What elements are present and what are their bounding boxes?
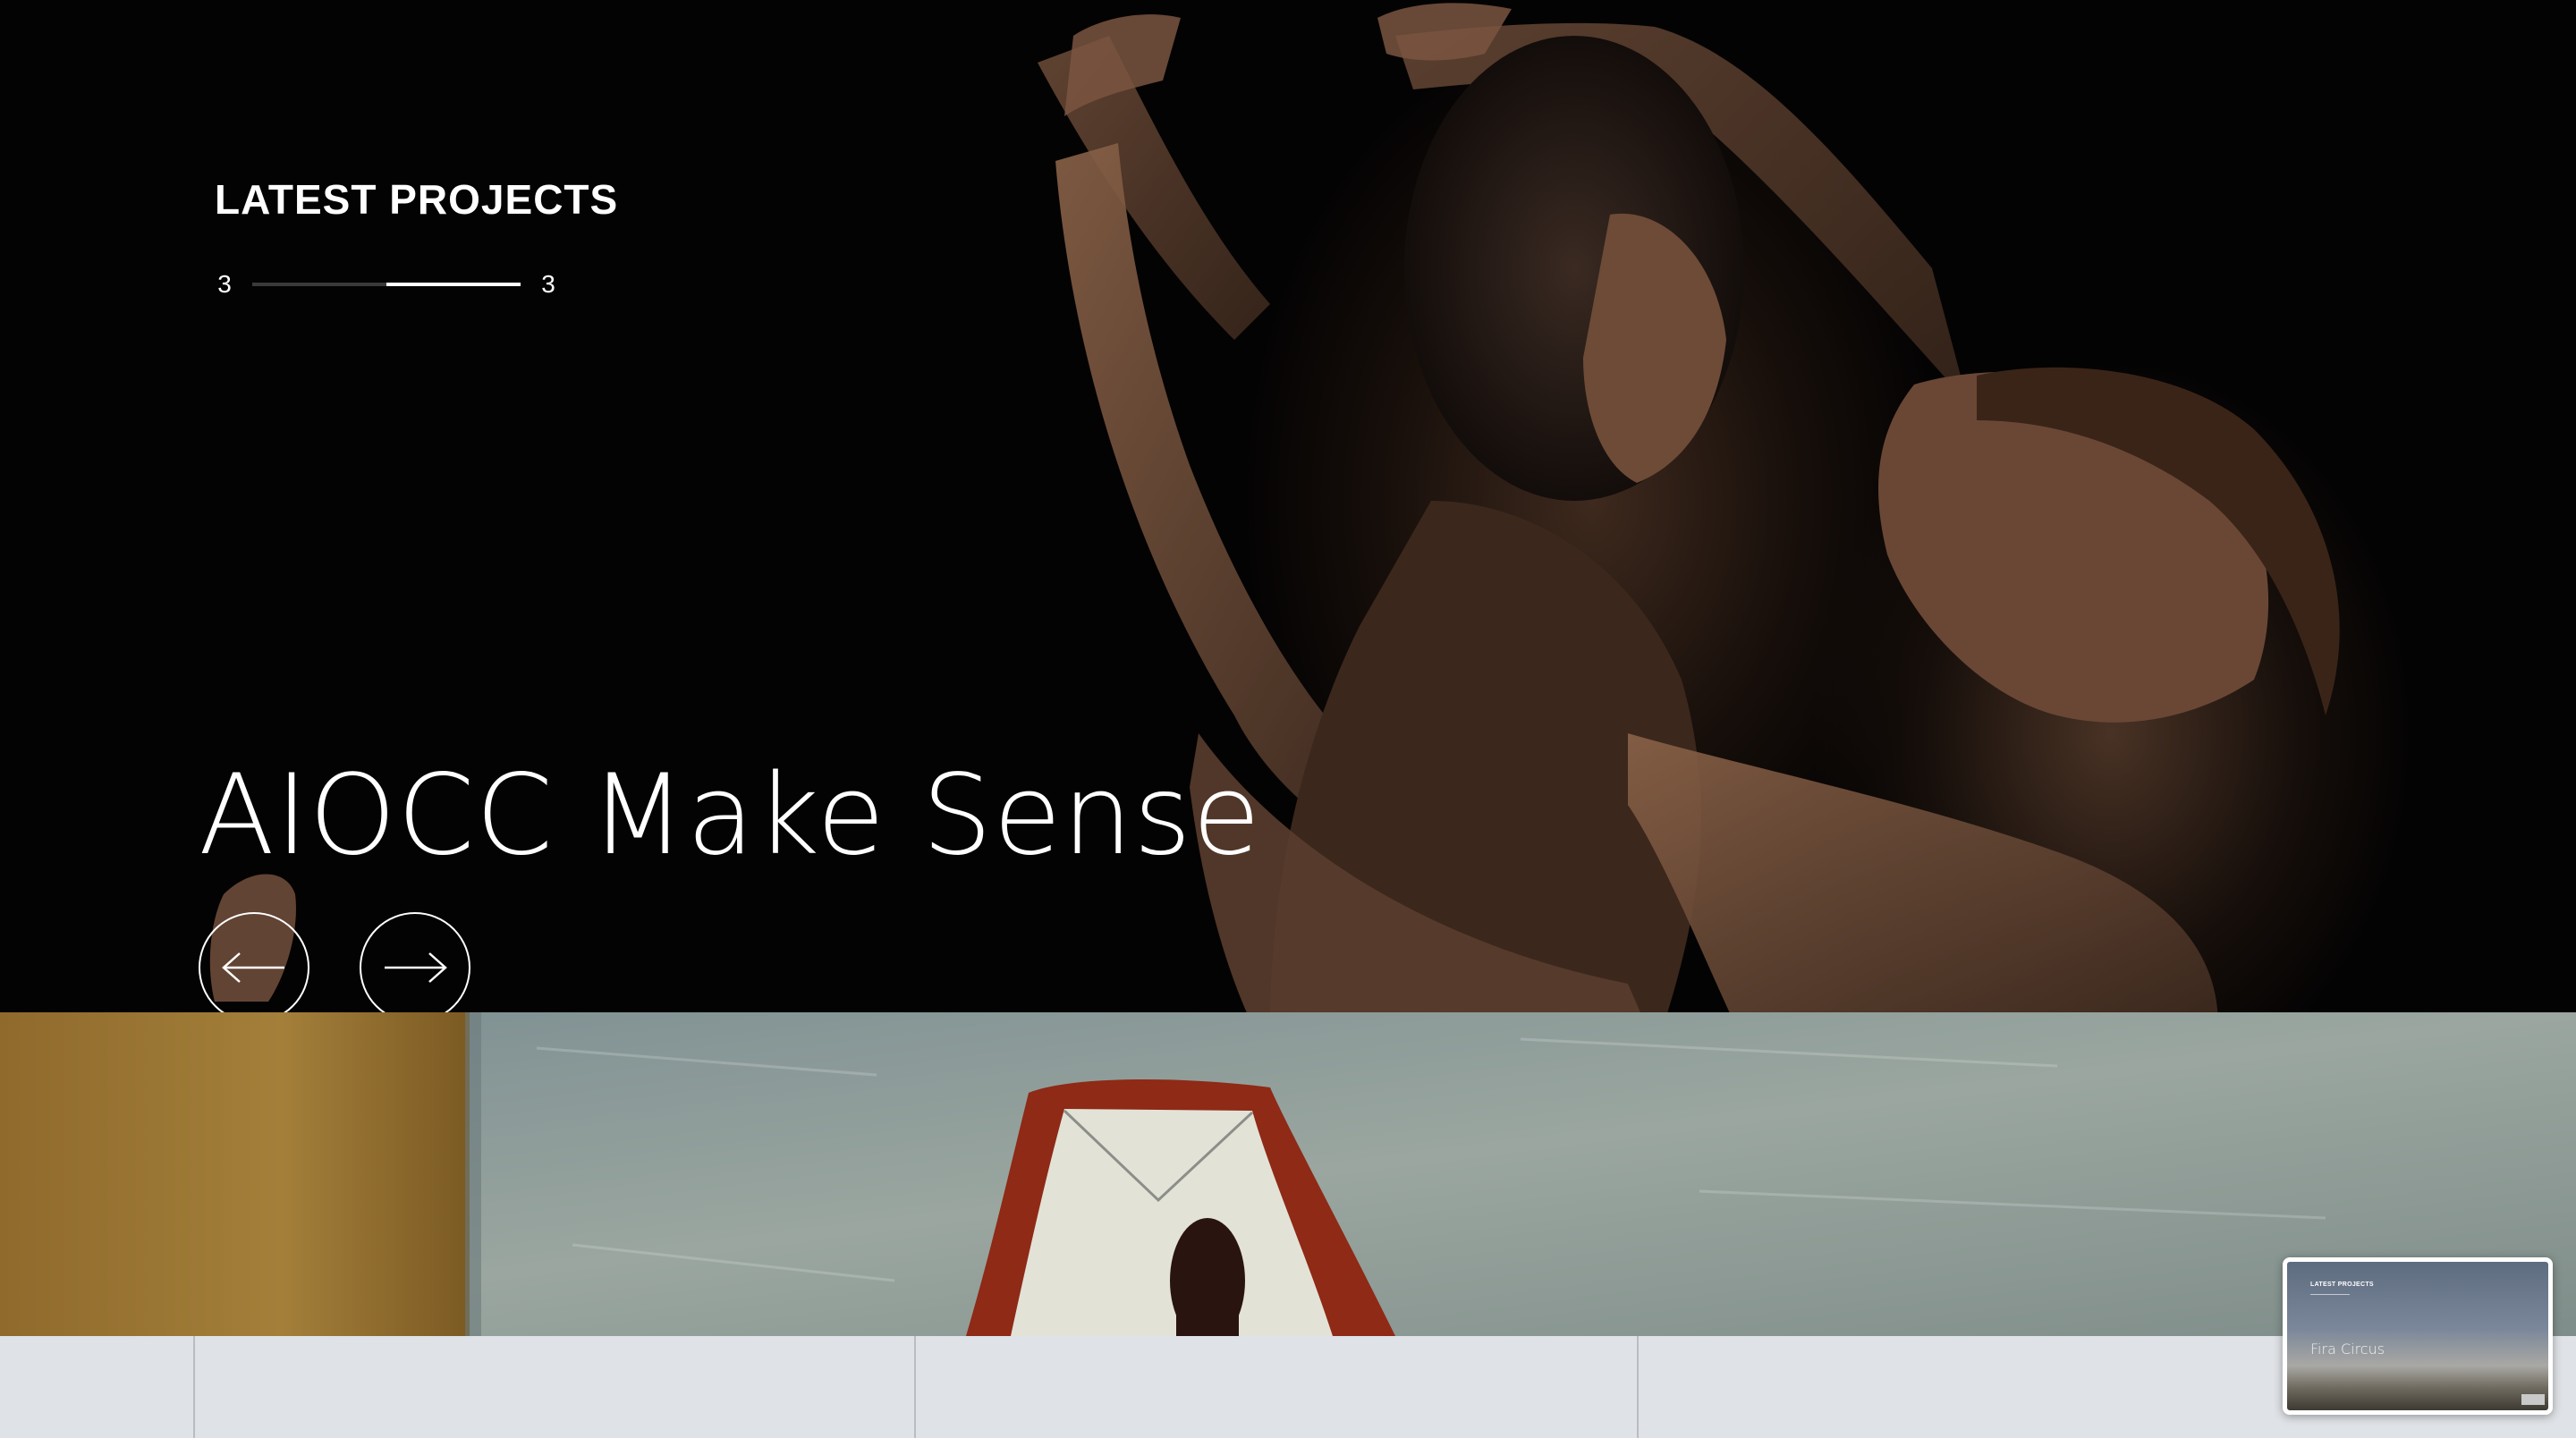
painting-artwork bbox=[0, 1012, 2576, 1336]
slide-counter-total: 3 bbox=[541, 270, 555, 298]
grid-divider bbox=[1637, 1336, 1639, 1438]
arrow-right-icon bbox=[385, 952, 447, 983]
next-slide-button[interactable] bbox=[360, 912, 470, 1023]
preview-corner-badge bbox=[2521, 1394, 2545, 1405]
page-preview-thumbnail[interactable]: LATEST PROJECTS Fira Circus bbox=[2283, 1257, 2553, 1415]
previous-slide-button[interactable] bbox=[199, 912, 309, 1023]
grid-divider bbox=[193, 1336, 195, 1438]
section-title: LATEST PROJECTS bbox=[215, 176, 619, 223]
project-painting-image bbox=[0, 1012, 2576, 1336]
project-grid-strip bbox=[0, 1336, 2576, 1438]
project-title[interactable]: AIOCC Make Sense bbox=[199, 751, 1261, 880]
slide-counter-current: 3 bbox=[217, 270, 232, 298]
arrow-left-icon bbox=[222, 952, 284, 983]
slide-counter: 3 3 bbox=[211, 268, 562, 300]
grid-divider bbox=[914, 1336, 916, 1438]
page: LATEST PROJECTS 3 3 AIOCC Make Sense LAT… bbox=[0, 0, 2576, 1438]
slide-progress-fill bbox=[386, 283, 521, 286]
hero-slide: LATEST PROJECTS 3 3 AIOCC Make Sense bbox=[0, 0, 2576, 1025]
preview-progress-line bbox=[2310, 1294, 2350, 1295]
preview-section-title: LATEST PROJECTS bbox=[2310, 1282, 2374, 1288]
slide-progress-track bbox=[252, 283, 521, 286]
preview-project-title: Fira Circus bbox=[2310, 1341, 2385, 1358]
